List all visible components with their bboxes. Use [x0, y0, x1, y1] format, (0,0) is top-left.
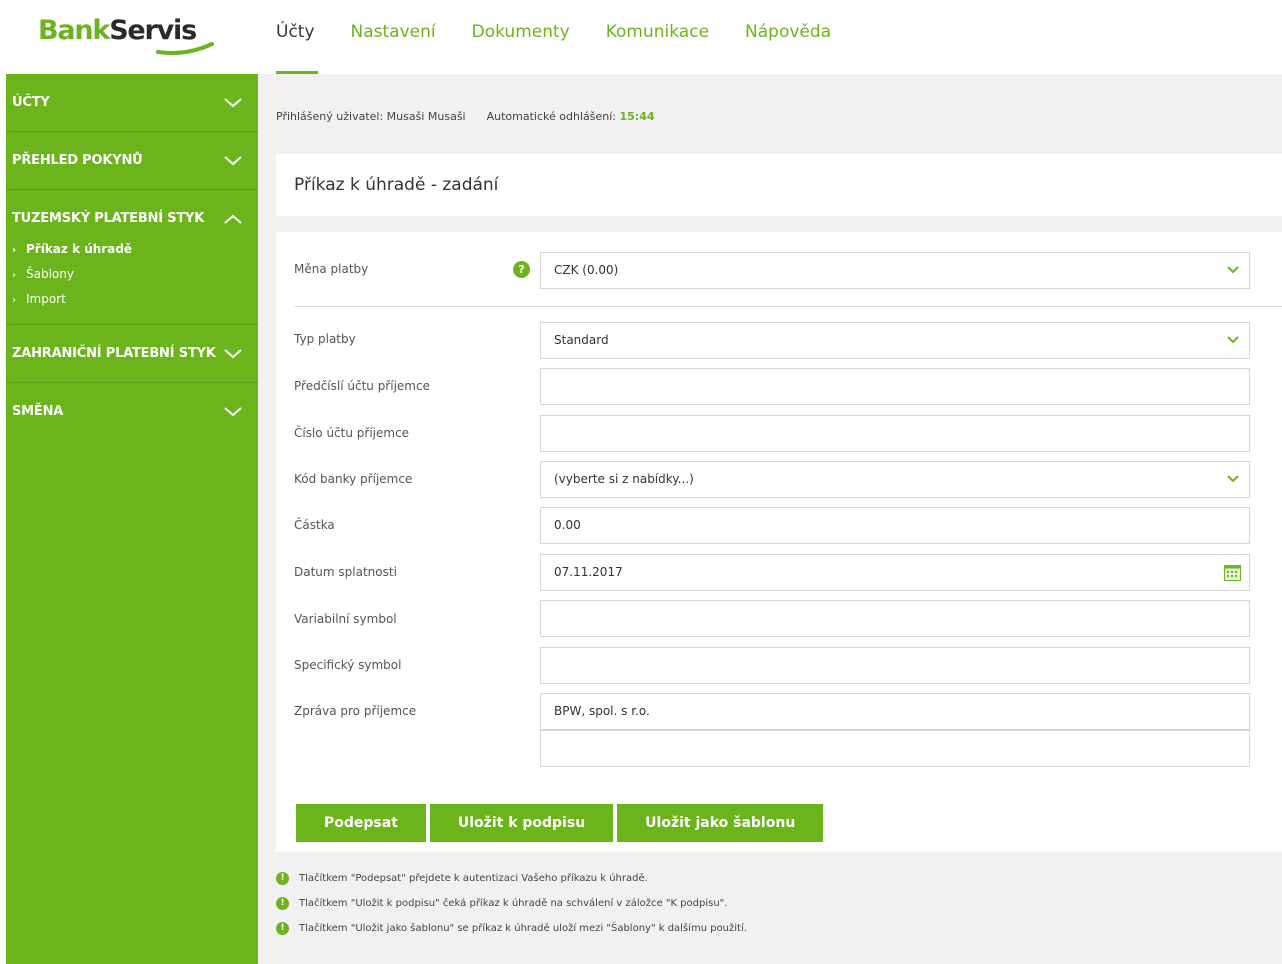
sidebar-item-import[interactable]: › Import — [12, 287, 252, 312]
save-as-template-button[interactable]: Uložit jako šablonu — [617, 804, 824, 842]
chevron-down-icon — [224, 97, 242, 107]
save-for-signature-button[interactable]: Uložit k podpisu — [429, 804, 614, 842]
specific-symbol-input[interactable] — [540, 647, 1250, 684]
info-note: ! Tlačítkem "Uložit jako šablonu" se pří… — [276, 916, 747, 941]
payment-type-label: Typ platby — [294, 332, 356, 346]
account-prefix-input[interactable] — [540, 368, 1250, 405]
payment-type-select-value: Standard — [554, 333, 609, 347]
logged-user-name: Musaši Musaši — [386, 110, 466, 123]
info-icon: ! — [276, 922, 289, 935]
auto-logout-time: 15:44 — [619, 110, 655, 123]
currency-label: Měna platby — [294, 262, 369, 276]
logo-part-bank: Bank — [38, 15, 110, 46]
chevron-down-icon — [224, 155, 242, 165]
chevron-right-icon: › — [12, 295, 16, 306]
sidebar-section-smena: SMĚNA — [6, 383, 258, 440]
variable-symbol-input[interactable] — [540, 600, 1250, 637]
currency-select-value: CZK (0.00) — [554, 263, 619, 277]
sidebar-section-tuzemsky-platebni-styk: TUZEMSKÝ PLATEBNÍ STYK › Příkaz k úhradě … — [6, 190, 258, 325]
tab-dokumenty[interactable]: Dokumenty — [472, 0, 570, 74]
tab-komunikace[interactable]: Komunikace — [606, 0, 709, 74]
chevron-right-icon: › — [12, 245, 17, 256]
sidebar-section-zahranicni-platebni-styk: ZAHRANIČNÍ PLATEBNÍ STYK — [6, 325, 258, 383]
sidebar-header-label: TUZEMSKÝ PLATEBNÍ STYK — [12, 211, 205, 226]
sign-button[interactable]: Podepsat — [296, 804, 426, 842]
tab-ucty[interactable]: Účty — [276, 0, 318, 74]
sidebar-header-smena[interactable]: SMĚNA — [6, 383, 258, 440]
sidebar-header-prehled-pokynu[interactable]: PŘEHLED POKYNŮ — [6, 132, 258, 189]
user-info-bar: Přihlášený uživatel: Musaši Musaši Autom… — [276, 110, 655, 123]
main-content: Přihlášený uživatel: Musaši Musaši Autom… — [258, 74, 1282, 964]
form-divider — [294, 306, 1282, 307]
info-note-text: Tlačítkem "Uložit k podpisu" čeká příkaz… — [299, 898, 728, 909]
chevron-down-icon — [1227, 336, 1239, 344]
info-notes: ! Tlačítkem "Podepsat" přejdete k autent… — [276, 866, 747, 941]
bank-code-select[interactable]: (vyberte si z nabídky...) — [540, 461, 1250, 498]
logo-swoosh-icon — [156, 42, 214, 55]
chevron-down-icon — [1227, 475, 1239, 483]
sidebar-header-label: ÚČTY — [12, 95, 50, 110]
chevron-down-icon — [224, 348, 242, 358]
message-label: Zpráva pro příjemce — [294, 704, 417, 718]
auto-logout-label: Automatické odhlášení: — [486, 110, 616, 123]
message-input-line1[interactable]: BPW, spol. s r.o. — [540, 693, 1250, 730]
variable-symbol-label: Variabilní symbol — [294, 612, 397, 626]
sidebar-item-prikaz-k-uhrade[interactable]: › Příkaz k úhradě — [12, 237, 252, 262]
chevron-down-icon — [224, 406, 242, 416]
title-panel: Příkaz k úhradě - zadání — [276, 154, 1282, 216]
amount-input[interactable]: 0.00 — [540, 507, 1250, 544]
info-note-text: Tlačítkem "Uložit jako šablonu" se příka… — [299, 923, 747, 934]
bank-code-label: Kód banky příjemce — [294, 472, 413, 486]
chevron-down-icon — [1227, 266, 1239, 274]
payment-type-select[interactable]: Standard — [540, 322, 1250, 359]
account-number-label: Číslo účtu příjemce — [294, 426, 410, 440]
sidebar-submenu: › Příkaz k úhradě › Šablony › Import — [6, 237, 258, 324]
info-icon: ! — [276, 872, 289, 885]
amount-label: Částka — [294, 518, 335, 532]
tab-nastaveni[interactable]: Nastavení — [351, 0, 436, 74]
due-date-value: 07.11.2017 — [554, 565, 623, 579]
due-date-label: Datum splatnosti — [294, 565, 397, 579]
info-icon: ! — [276, 897, 289, 910]
sidebar-item-label: Šablony — [26, 267, 74, 281]
sidebar-item-label: Import — [26, 292, 66, 306]
sidebar-header-label: PŘEHLED POKYNŮ — [12, 153, 143, 168]
top-navigation: Účty Nastavení Dokumenty Komunikace Nápo… — [276, 0, 867, 74]
bank-code-select-value: (vyberte si z nabídky...) — [554, 472, 694, 486]
currency-select[interactable]: CZK (0.00) — [540, 252, 1250, 289]
info-note-text: Tlačítkem "Podepsat" přejdete k autentiz… — [299, 873, 648, 884]
specific-symbol-label: Specifický symbol — [294, 658, 402, 672]
info-note: ! Tlačítkem "Podepsat" přejdete k autent… — [276, 866, 747, 891]
help-icon[interactable]: ? — [513, 261, 530, 278]
sidebar-section-ucty: ÚČTY — [6, 74, 258, 132]
sidebar-header-ucty[interactable]: ÚČTY — [6, 74, 258, 131]
chevron-up-icon — [224, 214, 242, 224]
chevron-right-icon: › — [12, 270, 16, 281]
account-prefix-label: Předčíslí účtu příjemce — [294, 379, 430, 393]
sidebar-header-label: ZAHRANIČNÍ PLATEBNÍ STYK — [12, 346, 216, 361]
page-title: Příkaz k úhradě - zadání — [294, 175, 499, 195]
account-number-input[interactable] — [540, 415, 1250, 452]
due-date-input[interactable]: 07.11.2017 — [540, 554, 1250, 591]
message-input-line2[interactable] — [540, 730, 1250, 767]
bankservis-logo[interactable]: BankServis — [38, 14, 214, 55]
info-note: ! Tlačítkem "Uložit k podpisu" čeká přík… — [276, 891, 747, 916]
sidebar-header-zahranicni-platebni-styk[interactable]: ZAHRANIČNÍ PLATEBNÍ STYK — [6, 325, 258, 382]
sidebar-item-label: Příkaz k úhradě — [26, 242, 133, 256]
calendar-icon[interactable] — [1224, 564, 1241, 581]
tab-napoveda[interactable]: Nápověda — [745, 0, 831, 74]
sidebar-header-label: SMĚNA — [12, 404, 64, 419]
logged-user-label: Přihlášený uživatel: — [276, 110, 384, 123]
form-actions: Podepsat Uložit k podpisu Uložit jako ša… — [296, 804, 827, 842]
sidebar: ÚČTY PŘEHLED POKYNŮ TUZEMSKÝ PLATEBNÍ ST… — [6, 74, 258, 964]
sidebar-item-sablony[interactable]: › Šablony — [12, 262, 252, 287]
payment-form: Měna platby ? CZK (0.00) Typ platby Stan… — [276, 232, 1282, 852]
sidebar-section-prehled-pokynu: PŘEHLED POKYNŮ — [6, 132, 258, 190]
